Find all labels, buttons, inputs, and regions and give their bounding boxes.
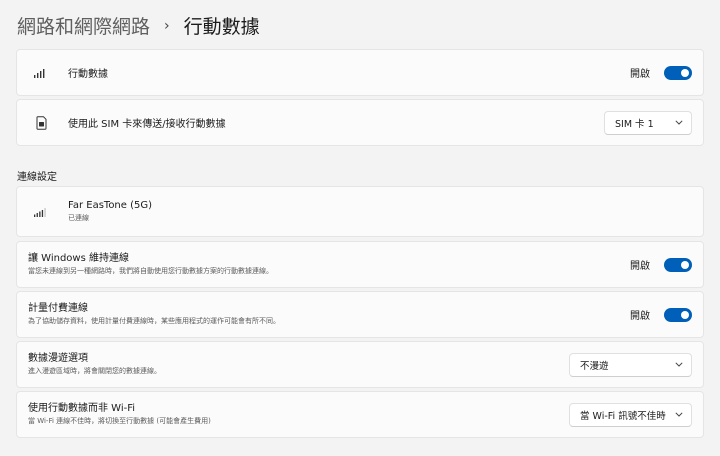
network-status: 已連線 bbox=[68, 214, 89, 222]
metered-description: 為了協助儲存資料，使用計量付費連線時，某些應用程式的運作可能會有所不同。 bbox=[28, 317, 280, 325]
breadcrumb-separator: › bbox=[164, 18, 170, 34]
chevron-down-icon bbox=[675, 120, 683, 125]
keep-connected-toggle[interactable] bbox=[664, 257, 692, 272]
metered-card: 計量付費連線 為了協助儲存資料，使用計量付費連線時，某些應用程式的運作可能會有所… bbox=[16, 291, 704, 338]
toggle-knob bbox=[681, 310, 689, 319]
keep-connected-description: 當您未連線到另一種網路時，我們將自動使用您行動數據方案的行動數據連線。 bbox=[28, 267, 273, 275]
cellular-over-wifi-card: 使用行動數據而非 Wi-Fi 當 Wi-Fi 連線不佳時，將切換至行動數據 (可… bbox=[16, 391, 704, 438]
roaming-card: 數據漫遊選項 進入漫遊區域時，將會關閉您的數據連線。 不漫遊 bbox=[16, 341, 704, 388]
metered-state-text: 開啟 bbox=[630, 311, 650, 322]
sim-dropdown[interactable]: SIM 卡 1 bbox=[604, 110, 692, 135]
sim-card-icon bbox=[28, 115, 54, 130]
cellular-over-wifi-description: 當 Wi-Fi 連線不佳時，將切換至行動數據 (可能會產生費用) bbox=[28, 417, 211, 425]
sim-card-row: 使用此 SIM 卡來傳送/接收行動數據 SIM 卡 1 bbox=[16, 99, 704, 146]
signal-bars-icon bbox=[28, 207, 54, 217]
roaming-description: 進入漫遊區域時，將會關閉您的數據連線。 bbox=[28, 367, 161, 375]
network-name: Far EasTone (5G) bbox=[68, 200, 153, 211]
cellular-signal-icon bbox=[28, 68, 54, 78]
metered-toggle[interactable] bbox=[664, 307, 692, 322]
section-heading: 連線設定 bbox=[17, 172, 57, 183]
network-card[interactable]: Far EasTone (5G) 已連線 bbox=[16, 186, 704, 237]
keep-connected-title: 讓 Windows 維持連線 bbox=[28, 253, 129, 264]
roaming-dropdown-value: 不漫遊 bbox=[580, 360, 609, 372]
cellular-over-wifi-dropdown-value: 當 Wi-Fi 訊號不佳時 bbox=[580, 410, 666, 422]
page-title: 行動數據 bbox=[183, 15, 260, 38]
cellular-state-text: 開啟 bbox=[630, 69, 650, 80]
cellular-over-wifi-dropdown[interactable]: 當 Wi-Fi 訊號不佳時 bbox=[569, 402, 692, 427]
cellular-card: 行動數據 開啟 bbox=[16, 49, 704, 96]
cellular-over-wifi-title: 使用行動數據而非 Wi-Fi bbox=[28, 403, 136, 414]
sim-dropdown-value: SIM 卡 1 bbox=[615, 118, 654, 130]
breadcrumb: 網路和網際網路 › 行動數據 bbox=[17, 10, 260, 40]
toggle-knob bbox=[681, 260, 689, 269]
keep-connected-card: 讓 Windows 維持連線 當您未連線到另一種網路時，我們將自動使用您行動數據… bbox=[16, 241, 704, 288]
cellular-label: 行動數據 bbox=[68, 69, 108, 80]
cellular-toggle[interactable] bbox=[664, 65, 692, 80]
metered-title: 計量付費連線 bbox=[28, 303, 88, 314]
toggle-knob bbox=[681, 68, 689, 77]
chevron-down-icon bbox=[675, 362, 683, 367]
breadcrumb-parent-link[interactable]: 網路和網際網路 bbox=[17, 12, 150, 39]
roaming-title: 數據漫遊選項 bbox=[28, 353, 88, 364]
keep-connected-state-text: 開啟 bbox=[630, 261, 650, 272]
sim-label: 使用此 SIM 卡來傳送/接收行動數據 bbox=[68, 119, 226, 130]
roaming-dropdown[interactable]: 不漫遊 bbox=[569, 352, 692, 377]
chevron-down-icon bbox=[675, 412, 683, 417]
